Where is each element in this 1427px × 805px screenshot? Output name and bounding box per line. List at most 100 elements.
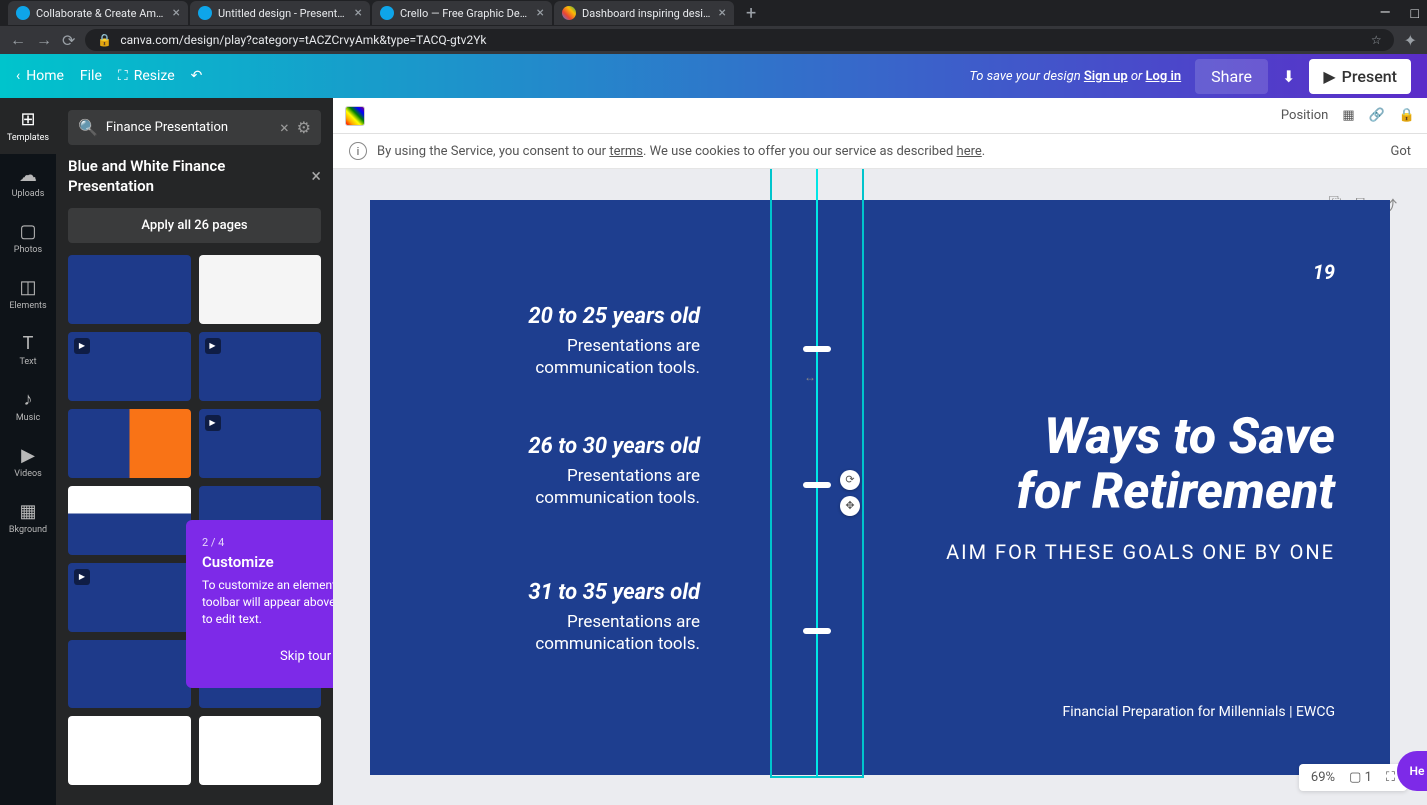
- templates-icon: ⊞: [20, 109, 35, 130]
- browser-tab[interactable]: Crello — Free Graphic Design So×: [372, 1, 552, 25]
- age-block-2[interactable]: 26 to 30 years old Presentations arecomm…: [528, 434, 700, 509]
- close-icon[interactable]: ×: [173, 5, 180, 21]
- forward-icon[interactable]: →: [36, 30, 52, 50]
- fullscreen-icon[interactable]: ⛶: [1386, 770, 1395, 785]
- rotate-handle[interactable]: ⟳: [840, 470, 860, 490]
- slide[interactable]: 19 Ways to Save for Retirement AIM FOR T…: [370, 200, 1390, 775]
- search-input[interactable]: [106, 120, 272, 135]
- zoom-level[interactable]: 69%: [1311, 770, 1335, 785]
- terms-link[interactable]: terms: [609, 144, 643, 159]
- slide-number[interactable]: 19: [1313, 260, 1335, 284]
- icon-sidebar: ⊞Templates ☁Uploads ▢Photos ◫Elements TT…: [0, 98, 56, 805]
- minimize-icon[interactable]: —: [1380, 5, 1391, 22]
- template-thumb[interactable]: [68, 409, 191, 478]
- url-input[interactable]: 🔒 canva.com/design/play?category=tACZCrv…: [85, 29, 1393, 51]
- share-button[interactable]: Share: [1195, 59, 1268, 94]
- browser-tab[interactable]: Untitled design - Presentation (1×: [190, 1, 370, 25]
- templates-panel: 🔍 × ⚙ Blue and White Finance Presentatio…: [56, 98, 333, 805]
- sidebar-photos[interactable]: ▢Photos: [0, 210, 56, 266]
- zoom-controls: 69% ▢ 1 ⛶: [1299, 764, 1407, 791]
- template-thumb[interactable]: [199, 716, 322, 785]
- here-link[interactable]: here: [957, 144, 982, 159]
- home-button[interactable]: ‹Home: [16, 68, 64, 84]
- transparency-icon[interactable]: ▦: [1342, 108, 1354, 123]
- tour-step-counter: 2 / 4: [202, 536, 333, 549]
- close-icon[interactable]: ×: [537, 5, 544, 21]
- browser-tab[interactable]: Dashboard inspiring designs - G×: [554, 1, 734, 25]
- template-thumb[interactable]: [199, 255, 322, 324]
- chevron-left-icon: ‹: [16, 68, 20, 84]
- close-icon[interactable]: ×: [355, 5, 362, 21]
- uploads-icon: ☁: [19, 165, 37, 186]
- color-picker[interactable]: [345, 106, 365, 126]
- template-thumb[interactable]: ▶: [199, 332, 322, 401]
- sidebar-uploads[interactable]: ☁Uploads: [0, 154, 56, 210]
- selection-box[interactable]: ⟳ ✥ ↔: [770, 169, 864, 778]
- close-icon[interactable]: ×: [719, 5, 726, 21]
- canvas-area: Position ▦ 🔗 🔒 i By using the Service, y…: [333, 98, 1427, 805]
- sidebar-videos[interactable]: ▶Videos: [0, 434, 56, 490]
- resize-button[interactable]: ⛶Resize: [118, 68, 175, 84]
- skip-tour-button[interactable]: Skip tour: [266, 641, 333, 672]
- login-link[interactable]: Log in: [1146, 69, 1182, 84]
- new-tab-button[interactable]: +: [736, 3, 766, 24]
- resize-cursor-icon: ↔: [804, 370, 816, 384]
- slide-title[interactable]: Ways to Save for Retirement: [1017, 410, 1335, 520]
- text-icon: T: [23, 333, 34, 354]
- resize-icon: ⛶: [118, 68, 128, 84]
- timeline-dot: [803, 482, 831, 488]
- slide-subtitle[interactable]: AIM FOR THESE GOALS ONE BY ONE: [946, 540, 1335, 564]
- clear-icon[interactable]: ×: [280, 118, 289, 137]
- reload-icon[interactable]: ⟳: [62, 31, 75, 50]
- undo-button[interactable]: ↶: [191, 68, 203, 84]
- template-thumb[interactable]: [68, 640, 191, 709]
- save-hint: To save your design Sign up or Log in: [969, 69, 1181, 84]
- position-button[interactable]: Position: [1281, 108, 1328, 123]
- template-thumb[interactable]: ▶: [68, 563, 191, 632]
- age-block-1[interactable]: 20 to 25 years old Presentations arecomm…: [528, 304, 700, 379]
- lock-icon[interactable]: 🔒: [1399, 108, 1415, 123]
- signup-link[interactable]: Sign up: [1084, 69, 1128, 84]
- template-thumb[interactable]: ▶: [68, 332, 191, 401]
- browser-tab-strip: Collaborate & Create Amazing G× Untitled…: [0, 0, 1427, 26]
- photos-icon: ▢: [19, 221, 36, 242]
- present-button[interactable]: ▶Present: [1309, 59, 1411, 94]
- tour-title: Customize: [202, 553, 333, 571]
- age-block-3[interactable]: 31 to 35 years old Presentations arecomm…: [528, 580, 700, 655]
- sidebar-music[interactable]: ♪Music: [0, 378, 56, 434]
- maximize-icon[interactable]: □: [1411, 5, 1419, 22]
- tour-description: To customize an element, click on it. A …: [202, 577, 333, 627]
- present-icon: ▶: [1323, 67, 1335, 86]
- filter-icon[interactable]: ⚙: [297, 118, 311, 137]
- template-thumb[interactable]: [68, 255, 191, 324]
- template-thumb[interactable]: ▶: [199, 409, 322, 478]
- canvas-toolbar: Position ▦ 🔗 🔒: [333, 98, 1427, 134]
- play-icon: ▶: [74, 338, 90, 354]
- template-thumb[interactable]: [68, 716, 191, 785]
- page-indicator[interactable]: ▢ 1: [1349, 770, 1372, 785]
- music-icon: ♪: [24, 389, 33, 410]
- bookmark-icon[interactable]: ☆: [1371, 33, 1382, 47]
- play-icon: ▶: [205, 415, 221, 431]
- file-menu[interactable]: File: [80, 68, 102, 84]
- canvas-viewport[interactable]: ⎘ ⧉ ⤴ 19 Ways to Save for Retirement AIM…: [333, 169, 1427, 805]
- template-title: Blue and White Finance Presentation: [68, 157, 311, 196]
- browser-tab[interactable]: Collaborate & Create Amazing G×: [8, 1, 188, 25]
- selected-line-element[interactable]: [816, 169, 818, 776]
- got-it-button[interactable]: Got: [1390, 144, 1411, 159]
- sidebar-text[interactable]: TText: [0, 322, 56, 378]
- sidebar-background[interactable]: ▦Bkground: [0, 490, 56, 546]
- slide-footer[interactable]: Financial Preparation for Millennials | …: [1063, 704, 1335, 720]
- extensions-icon[interactable]: ✦: [1404, 31, 1417, 50]
- download-icon[interactable]: ⬇: [1282, 67, 1295, 86]
- template-thumb[interactable]: [68, 486, 191, 555]
- sidebar-elements[interactable]: ◫Elements: [0, 266, 56, 322]
- move-handle[interactable]: ✥: [840, 496, 860, 516]
- link-icon[interactable]: 🔗: [1369, 108, 1385, 123]
- search-box[interactable]: 🔍 × ⚙: [68, 110, 321, 145]
- sidebar-templates[interactable]: ⊞Templates: [0, 98, 56, 154]
- lock-icon: 🔒: [97, 33, 112, 47]
- apply-all-button[interactable]: Apply all 26 pages: [68, 208, 321, 243]
- back-icon[interactable]: ←: [10, 30, 26, 50]
- close-icon[interactable]: ×: [311, 166, 321, 187]
